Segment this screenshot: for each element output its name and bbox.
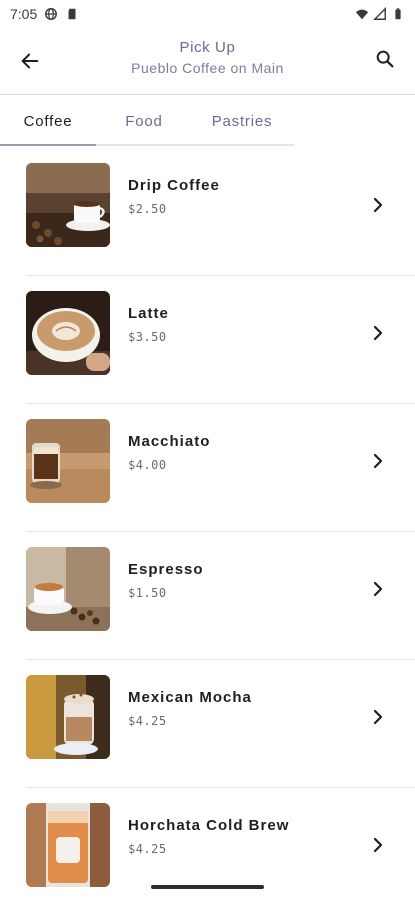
item-price: $4.00 bbox=[128, 458, 167, 472]
item-name: Espresso bbox=[128, 561, 204, 578]
globe-icon bbox=[45, 8, 58, 20]
page-title: Pick Up bbox=[179, 39, 236, 56]
chevron-right-icon[interactable] bbox=[369, 580, 387, 598]
list-item[interactable]: Mexican Mocha $4.25 bbox=[0, 659, 415, 788]
horchata-cold-brew-image bbox=[26, 803, 110, 887]
store-name: Pueblo Coffee on Main bbox=[131, 60, 284, 76]
list-item[interactable]: Drip Coffee $2.50 bbox=[0, 148, 415, 276]
sd-card-icon bbox=[68, 8, 76, 20]
macchiato-image bbox=[26, 419, 110, 503]
list-item[interactable]: Latte $3.50 bbox=[0, 275, 415, 404]
item-name: Latte bbox=[128, 305, 169, 322]
tab-food-label: Food bbox=[125, 112, 163, 130]
list-item[interactable]: Macchiato $4.00 bbox=[0, 403, 415, 532]
status-left: 7:05 bbox=[10, 6, 79, 22]
active-tab-indicator bbox=[0, 144, 96, 146]
app-bar: Pick Up Pueblo Coffee on Main bbox=[0, 28, 415, 95]
signal-icon bbox=[373, 7, 386, 20]
tab-pastries[interactable]: Pastries bbox=[192, 95, 292, 147]
menu-list: Drip Coffee $2.50 Latte $3.50 Macchiato … bbox=[0, 148, 415, 916]
item-price: $1.50 bbox=[128, 586, 167, 600]
item-price: $4.25 bbox=[128, 842, 167, 856]
espresso-image bbox=[26, 547, 110, 631]
battery-icon bbox=[395, 8, 401, 20]
tab-coffee-label: Coffee bbox=[23, 112, 73, 130]
status-right bbox=[355, 7, 405, 21]
chevron-right-icon[interactable] bbox=[369, 196, 387, 214]
status-bar: 7:05 bbox=[0, 0, 415, 28]
item-price: $4.25 bbox=[128, 714, 167, 728]
tab-underline bbox=[0, 144, 294, 146]
search-icon bbox=[376, 50, 394, 68]
chevron-right-icon[interactable] bbox=[369, 452, 387, 470]
item-price: $3.50 bbox=[128, 330, 167, 344]
tab-food[interactable]: Food bbox=[96, 95, 192, 147]
back-arrow-icon bbox=[21, 53, 39, 69]
back-button[interactable] bbox=[12, 45, 48, 77]
item-name: Horchata Cold Brew bbox=[128, 817, 290, 834]
item-price: $2.50 bbox=[128, 202, 167, 216]
tab-coffee[interactable]: Coffee bbox=[0, 95, 96, 147]
search-button[interactable] bbox=[367, 43, 403, 75]
mexican-mocha-image bbox=[26, 675, 110, 759]
drip-coffee-image bbox=[26, 163, 110, 247]
chevron-right-icon[interactable] bbox=[369, 708, 387, 726]
list-item[interactable]: Espresso $1.50 bbox=[0, 531, 415, 660]
tab-pastries-label: Pastries bbox=[211, 112, 273, 130]
item-name: Drip Coffee bbox=[128, 177, 220, 194]
gesture-nav-handle[interactable] bbox=[151, 885, 264, 889]
wifi-icon bbox=[355, 9, 369, 20]
item-name: Macchiato bbox=[128, 433, 211, 450]
latte-image bbox=[26, 291, 110, 375]
category-tabs: Coffee Food Pastries bbox=[0, 95, 415, 147]
item-name: Mexican Mocha bbox=[128, 689, 252, 706]
status-time: 7:05 bbox=[10, 6, 38, 22]
chevron-right-icon[interactable] bbox=[369, 836, 387, 854]
header-title-block: Pick Up Pueblo Coffee on Main bbox=[60, 39, 355, 76]
chevron-right-icon[interactable] bbox=[369, 324, 387, 342]
list-item[interactable]: Horchata Cold Brew $4.25 bbox=[0, 787, 415, 916]
